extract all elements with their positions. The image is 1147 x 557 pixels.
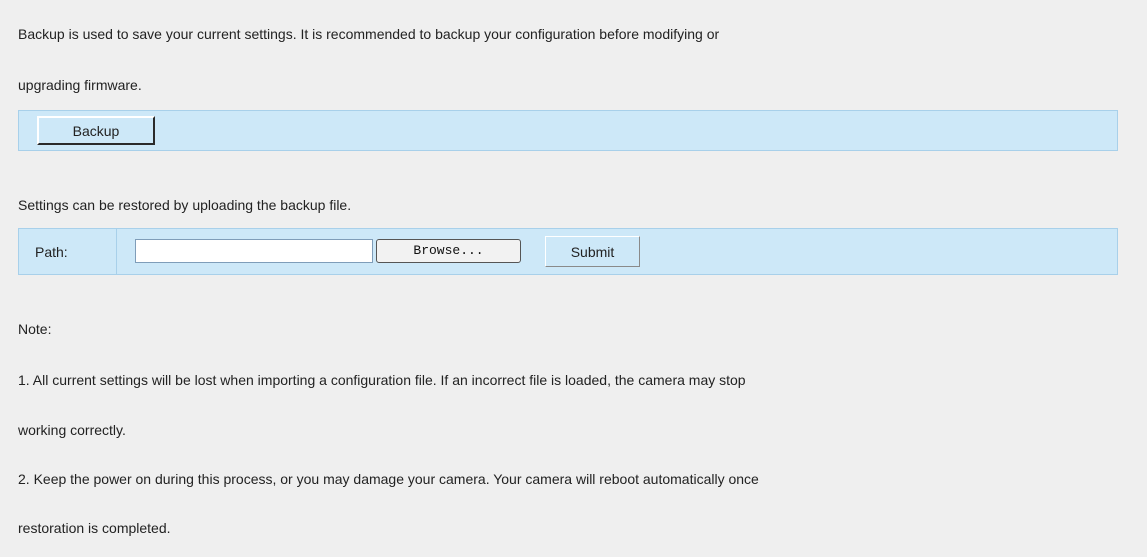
path-input[interactable] (135, 239, 373, 263)
backup-description-line1: Backup is used to save your current sett… (18, 26, 720, 42)
note-item1-line2: working correctly. (18, 422, 126, 438)
path-label: Path: (35, 244, 68, 260)
path-label-cell: Path: (19, 229, 117, 274)
backup-description-line2: upgrading firmware. (18, 77, 142, 93)
note-item1-line1: 1. All current settings will be lost whe… (18, 372, 746, 388)
backup-bar: Backup (18, 110, 1118, 151)
restore-path-bar: Path: Browse... Submit (18, 228, 1118, 275)
note-item2-line2: restoration is completed. (18, 520, 171, 536)
note-heading: Note: (18, 321, 52, 337)
backup-button[interactable]: Backup (37, 116, 155, 145)
browse-button[interactable]: Browse... (376, 239, 521, 263)
backup-restore-page: Backup is used to save your current sett… (0, 0, 1147, 557)
note-item2-line1: 2. Keep the power on during this process… (18, 471, 759, 487)
submit-button[interactable]: Submit (545, 236, 640, 267)
restore-description: Settings can be restored by uploading th… (18, 197, 352, 213)
